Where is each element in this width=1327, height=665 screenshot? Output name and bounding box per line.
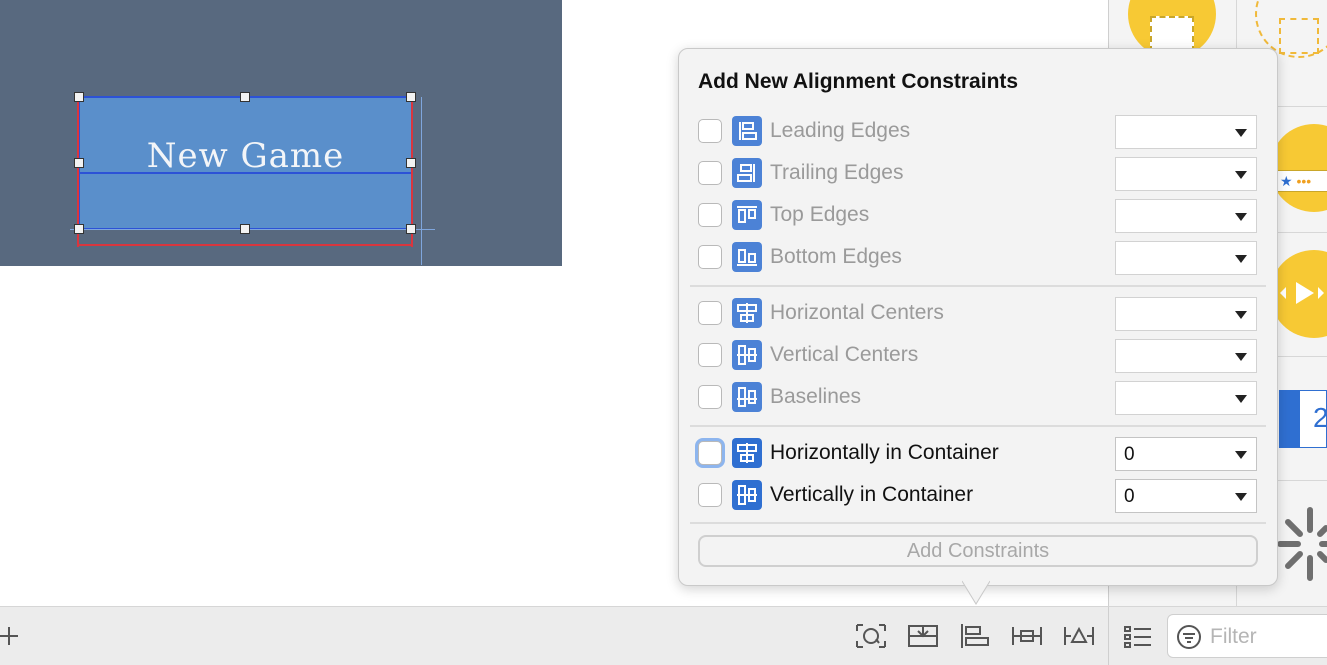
constraint-label-vertically-in-container: Vertically in Container	[770, 483, 974, 506]
chevron-down-icon	[1235, 311, 1247, 319]
selection-baseline	[79, 172, 412, 174]
resolve-issues-icon[interactable]	[1062, 622, 1096, 650]
constraint-bottom-indicator	[77, 244, 413, 246]
chevron-down-icon	[1235, 353, 1247, 361]
constant-select-leading-edges[interactable]	[1115, 115, 1257, 149]
update-frames-icon[interactable]	[854, 622, 888, 650]
library-partial-value: 2	[1313, 402, 1327, 433]
resize-handle-top[interactable]	[240, 92, 250, 102]
constant-select-vertical-centers[interactable]	[1115, 339, 1257, 373]
stepper-control-icon[interactable]: 2	[1279, 390, 1327, 448]
top-edges-icon	[732, 200, 762, 230]
trailing-edges-icon	[732, 158, 762, 188]
constant-select-trailing-edges[interactable]	[1115, 157, 1257, 191]
group-separator	[690, 522, 1266, 524]
align-icon[interactable]	[958, 622, 992, 650]
horizontally-in-container-icon	[732, 438, 762, 468]
bottom-edges-icon	[732, 242, 762, 272]
constraint-label-vertical-centers: Vertical Centers	[770, 343, 919, 366]
vertical-centers-icon	[732, 340, 762, 370]
constraint-label-leading-edges: Leading Edges	[770, 119, 911, 142]
resize-handle-bottom[interactable]	[240, 224, 250, 234]
chevron-down-icon	[1235, 129, 1247, 137]
resize-handle-bottom-left[interactable]	[74, 224, 84, 234]
constraint-label-horizontally-in-container: Horizontally in Container	[770, 441, 999, 464]
constraint-label-bottom-edges: Bottom Edges	[770, 245, 902, 268]
add-constraints-button[interactable]: Add Constraints	[698, 535, 1258, 567]
constant-value: 0	[1124, 486, 1135, 507]
vertically-in-container-icon	[732, 480, 762, 510]
resize-handle-top-right[interactable]	[406, 92, 416, 102]
embed-in-stack-icon[interactable]	[906, 622, 940, 650]
constraint-label-baselines: Baselines	[770, 385, 862, 408]
resize-handle-left[interactable]	[74, 158, 84, 168]
constant-select-vertically-in-container[interactable]: 0	[1115, 479, 1257, 513]
checkbox-top-edges[interactable]	[698, 203, 722, 227]
chevron-down-icon	[1235, 395, 1247, 403]
popover-title: Add New Alignment Constraints	[698, 70, 1019, 93]
filter-icon	[1176, 624, 1202, 650]
chevron-down-icon	[1235, 255, 1247, 263]
constant-select-bottom-edges[interactable]	[1115, 241, 1257, 275]
constant-select-horizontal-centers[interactable]	[1115, 297, 1257, 331]
group-separator	[690, 425, 1266, 427]
horizontal-centers-icon	[732, 298, 762, 328]
resize-handle-bottom-right[interactable]	[406, 224, 416, 234]
baselines-icon	[732, 382, 762, 412]
alignment-guide-horizontal	[70, 229, 435, 230]
chevron-down-icon	[1235, 493, 1247, 501]
checkbox-vertically-in-container[interactable]	[698, 483, 722, 507]
constant-select-top-edges[interactable]	[1115, 199, 1257, 233]
constraint-label-horizontal-centers: Horizontal Centers	[770, 301, 944, 324]
constant-select-baselines[interactable]	[1115, 381, 1257, 415]
constant-value: 0	[1124, 444, 1135, 465]
chevron-down-icon	[1235, 451, 1247, 459]
checkbox-bottom-edges[interactable]	[698, 245, 722, 269]
add-icon[interactable]	[0, 622, 22, 650]
canvas-bottom-bar	[0, 606, 1108, 665]
list-view-icon[interactable]	[1123, 624, 1153, 650]
resize-handle-right[interactable]	[406, 158, 416, 168]
constant-select-horizontally-in-container[interactable]: 0	[1115, 437, 1257, 471]
constraint-label-top-edges: Top Edges	[770, 203, 870, 226]
pin-icon[interactable]	[1010, 622, 1044, 650]
checkbox-baselines[interactable]	[698, 385, 722, 409]
checkbox-trailing-edges[interactable]	[698, 161, 722, 185]
checkbox-horizontal-centers[interactable]	[698, 301, 722, 325]
checkbox-horizontally-in-container[interactable]	[698, 441, 722, 465]
chevron-down-icon	[1235, 213, 1247, 221]
group-separator	[690, 285, 1266, 287]
chevron-down-icon	[1235, 171, 1247, 179]
filter-placeholder: Filter	[1210, 625, 1257, 648]
new-game-button-label: New Game	[146, 136, 345, 176]
popover-arrow	[961, 580, 991, 608]
checkbox-leading-edges[interactable]	[698, 119, 722, 143]
resize-handle-top-left[interactable]	[74, 92, 84, 102]
alignment-guide-vertical	[421, 97, 422, 265]
leading-edges-icon	[732, 116, 762, 146]
checkbox-vertical-centers[interactable]	[698, 343, 722, 367]
constraint-label-trailing-edges: Trailing Edges	[770, 161, 904, 184]
